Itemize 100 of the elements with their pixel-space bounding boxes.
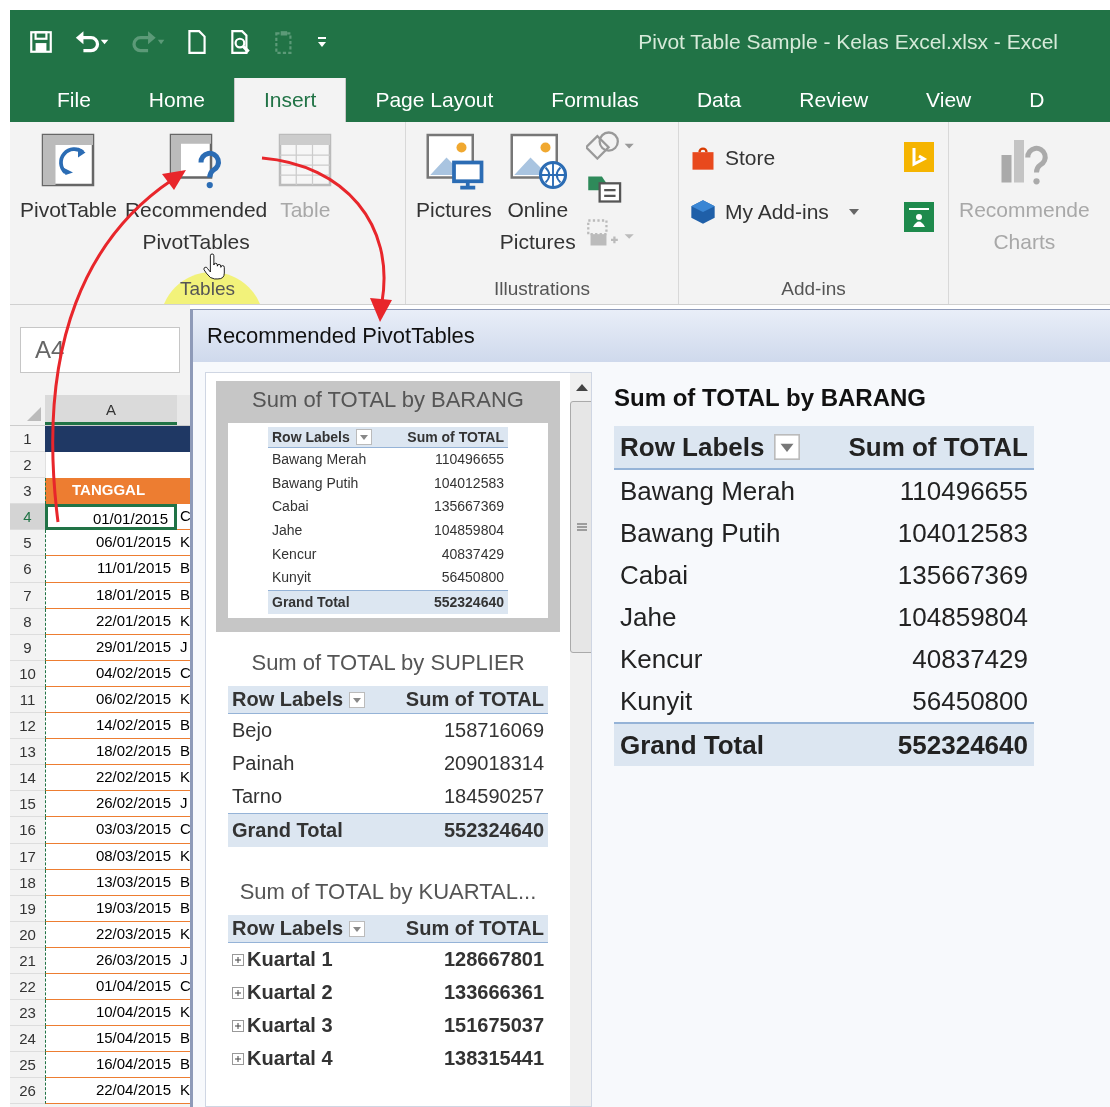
table-cell-text: 56450800 xyxy=(441,568,504,588)
table-cell: Tarno xyxy=(232,785,283,809)
ribbon-tab[interactable]: Formulas xyxy=(522,78,668,122)
table-cell: Bawang Putih xyxy=(620,517,781,549)
ribbon-tab[interactable]: File xyxy=(28,78,120,122)
table-cell: B xyxy=(177,556,190,583)
table-cell: Kuartal 1 xyxy=(247,948,333,972)
table-header-cell: TANGGAL xyxy=(45,478,177,505)
table-header-cell xyxy=(177,478,190,505)
option-title: Sum of TOTAL by KUARTAL... xyxy=(239,879,537,906)
ribbon-tab[interactable]: Page Layout xyxy=(346,78,523,122)
cube-icon xyxy=(689,198,717,226)
store-button[interactable]: Store xyxy=(685,142,863,174)
table-cell: 14/02/2015 xyxy=(45,713,177,740)
pivot-option[interactable]: Sum of TOTAL by BARANG Row Labels Sum of TOTAL Bawang Merah 110496655 Bawang Putih 104012583 Cabai 135667369 Jahe 104859804 Kencur 40837429 Kunyit 56450800 Grand Total 552324640 xyxy=(216,381,560,633)
table-cell: B xyxy=(177,582,190,609)
table-cell: B xyxy=(177,895,190,922)
table-cell: 138315441 xyxy=(443,1047,544,1071)
filter-dropdown-icon[interactable] xyxy=(349,920,366,937)
table-cell: B xyxy=(177,713,190,740)
table-cell: K xyxy=(177,1000,190,1027)
table-cell: 22/04/2015 xyxy=(45,1078,177,1105)
table-cell: 133666361 xyxy=(443,981,544,1005)
table-cell-text: Grand Total xyxy=(272,592,350,612)
table-cell: J xyxy=(177,791,190,818)
pivot-option[interactable]: Sum of TOTAL by KUARTAL... Row Labels Sum of TOTAL Kuartal 1 128667801 Kuartal 2 133666361 Kuartal 3 151675037 Kuartal 4 138315441 xyxy=(216,873,560,1090)
ribbon-tab[interactable]: Review xyxy=(770,78,898,122)
table-cell: Bawang Merah xyxy=(620,475,795,507)
pictures-button[interactable]: Pictures xyxy=(412,128,496,228)
table-cell: 184590257 xyxy=(443,785,544,809)
table-cell: 104859804 xyxy=(897,601,1028,633)
expand-icon[interactable] xyxy=(232,986,244,999)
row-header[interactable]: 4 xyxy=(10,504,45,531)
table-cell: Kunyit xyxy=(620,685,693,717)
caret-icon xyxy=(848,209,859,215)
pivot-option[interactable]: Sum of TOTAL by SUPLIER Row Labels Sum of TOTAL Bejo 158716069 Painah 209018314 Tarno 184590257 Grand Total 552324640 xyxy=(216,644,560,862)
table-cell-text: 104012583 xyxy=(433,473,504,493)
scroll-up-icon[interactable] xyxy=(576,383,588,391)
table-cell: 110496655 xyxy=(899,475,1028,507)
filter-dropdown-icon[interactable] xyxy=(349,691,366,708)
table-cell: 18/01/2015 xyxy=(45,582,177,609)
table-cell: 22/03/2015 xyxy=(45,921,177,948)
table-cell: Kuartal 2 xyxy=(247,981,333,1005)
table-cell: 11/01/2015 xyxy=(45,556,177,583)
table-cell: K xyxy=(177,765,190,792)
scrollbar[interactable] xyxy=(570,373,591,1106)
table-cell: 01/01/2015 xyxy=(45,504,177,531)
my-add-ins-button[interactable]: My Add-ins xyxy=(685,196,863,228)
table-cell: 18/02/2015 xyxy=(45,739,177,766)
table-cell: 104012583 xyxy=(897,517,1028,549)
filter-dropdown-icon[interactable] xyxy=(774,434,801,460)
ribbon-tab[interactable]: D xyxy=(1000,78,1074,122)
table-cell: C xyxy=(177,817,190,844)
table-cell: K xyxy=(177,1078,190,1105)
table-cell: 22/02/2015 xyxy=(45,765,177,792)
ribbon-tab[interactable]: View xyxy=(897,78,1001,122)
table-cell: B xyxy=(177,739,190,766)
column-header[interactable]: A xyxy=(45,395,177,425)
expand-icon[interactable] xyxy=(232,1052,244,1065)
table-cell-text: Bawang Putih xyxy=(272,473,359,493)
option-title: Sum of TOTAL by SUPLIER xyxy=(251,650,525,677)
table-cell-text: Jahe xyxy=(272,521,303,541)
table-cell-text: Bawang Merah xyxy=(272,450,367,470)
column-header: Sum of TOTAL xyxy=(848,431,1028,463)
table-cell: C xyxy=(177,973,190,1001)
table-cell: K xyxy=(177,608,190,635)
table-cell: B xyxy=(177,1052,190,1079)
table-cell: Grand Total xyxy=(232,819,343,843)
table-cell: 06/02/2015 xyxy=(45,686,177,714)
shapes-icon[interactable] xyxy=(585,130,636,160)
ribbon-tab[interactable]: Insert xyxy=(233,78,347,122)
expand-icon[interactable] xyxy=(232,953,244,966)
column-header: Sum of TOTAL xyxy=(405,917,544,941)
table-cell: 135667369 xyxy=(897,559,1028,591)
table-cell: 158716069 xyxy=(443,719,544,743)
table-cell: K xyxy=(177,530,190,557)
pivottable-button[interactable]: PivotTable xyxy=(16,128,121,228)
save-icon[interactable] xyxy=(28,29,54,55)
ribbon-tab[interactable]: Home xyxy=(119,78,234,122)
table-cell: 01/04/2015 xyxy=(45,973,177,1001)
table-cell: 22/01/2015 xyxy=(45,608,177,635)
ribbon-tab[interactable]: Data xyxy=(667,78,771,122)
table-cell: 128667801 xyxy=(443,948,544,972)
filter-dropdown-icon[interactable] xyxy=(355,429,372,445)
table-cell-text: Kencur xyxy=(272,544,317,564)
table-cell: K xyxy=(177,921,190,948)
column-header: Row Labels xyxy=(232,688,344,712)
dialog-title: Recommended PivotTables xyxy=(207,323,475,349)
people-graph-icon[interactable] xyxy=(904,202,934,232)
table-cell-text: 40837429 xyxy=(441,544,504,564)
online-pictures-button[interactable]: Online Pictures xyxy=(495,128,580,260)
table-cell: Kencur xyxy=(620,643,703,675)
scroll-thumb[interactable] xyxy=(570,401,591,653)
table-cell-text: Cabai xyxy=(272,497,309,517)
table-cell-text: 135667369 xyxy=(433,497,504,517)
table-cell: 08/03/2015 xyxy=(45,843,177,870)
expand-icon[interactable] xyxy=(232,1019,244,1032)
table-cell-text: Kunyit xyxy=(272,568,311,588)
table-cell: B xyxy=(177,1026,190,1053)
preview-title: Sum of TOTAL by BARANG xyxy=(614,384,927,412)
